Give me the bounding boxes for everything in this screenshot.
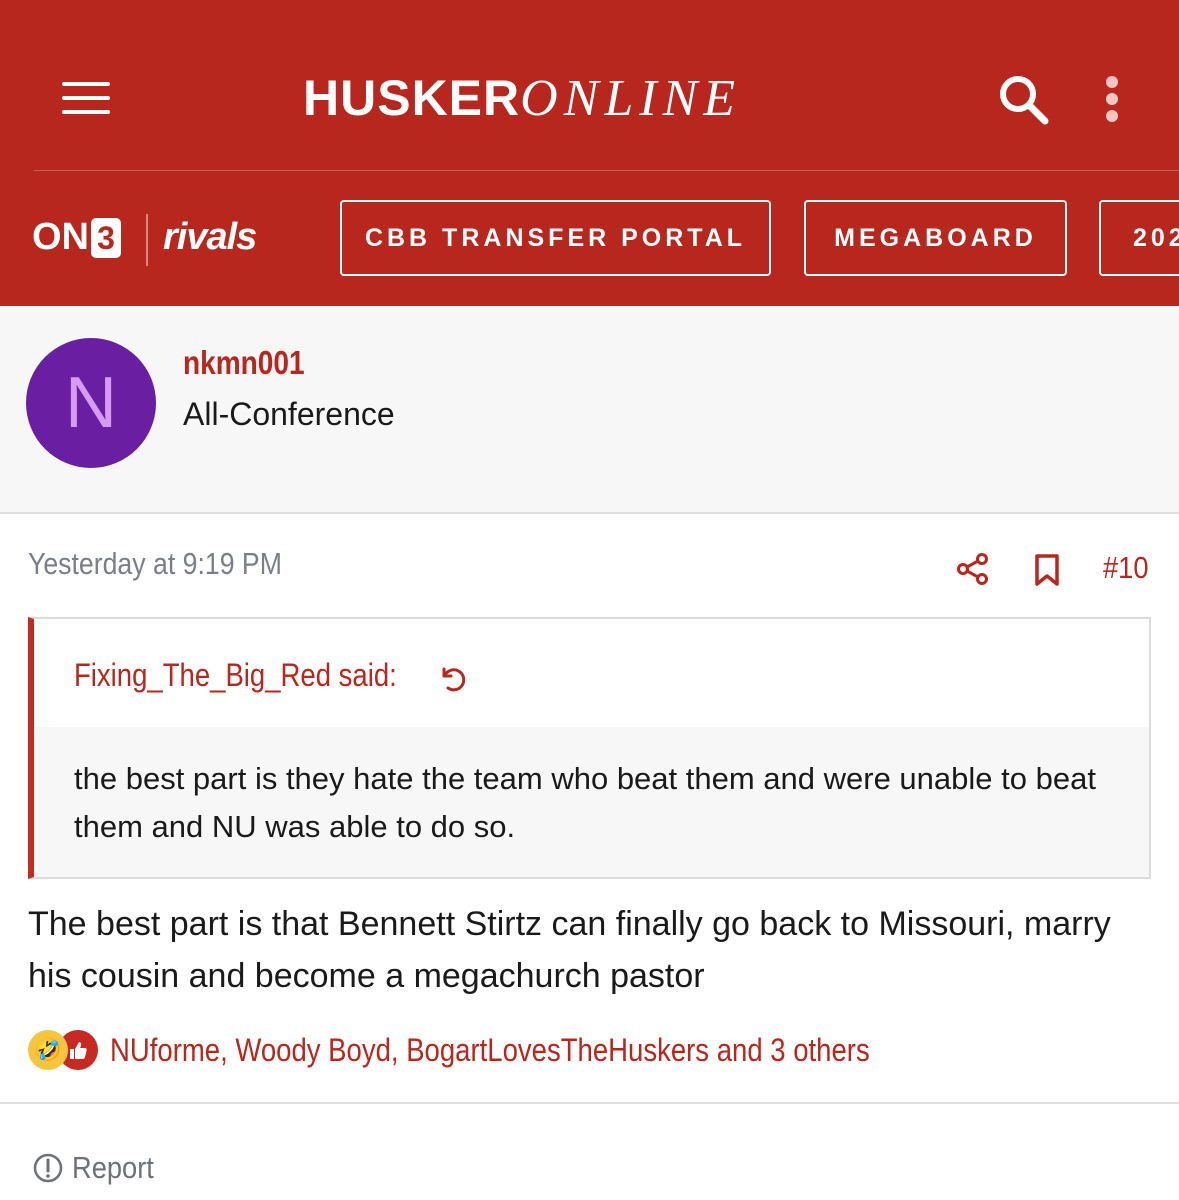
- author-username[interactable]: nkmn001: [183, 344, 305, 382]
- top-header: HUSKERONLINE ON 3 rivals CBB TRANSFER POR…: [0, 0, 1179, 306]
- logo-light-text: ONLINE: [520, 70, 742, 127]
- on3-box: 3: [91, 217, 121, 258]
- share-icon[interactable]: [956, 552, 990, 586]
- laugh-reaction-icon[interactable]: 🤣: [28, 1030, 68, 1070]
- search-icon[interactable]: [996, 72, 1052, 128]
- rivals-logo[interactable]: rivals: [163, 216, 257, 259]
- quote-block: Fixing_The_Big_Red said: the best part i…: [28, 617, 1151, 879]
- report-label: Report: [72, 1150, 154, 1185]
- menu-icon[interactable]: [62, 82, 110, 114]
- avatar[interactable]: N: [26, 338, 156, 468]
- brand-separator: [146, 214, 148, 266]
- more-options-icon[interactable]: [1100, 76, 1124, 122]
- quote-text: the best part is they hate the team who …: [74, 761, 1096, 844]
- post-timestamp[interactable]: Yesterday at 9:19 PM: [28, 546, 282, 582]
- alert-icon: [33, 1153, 63, 1183]
- report-button[interactable]: Report: [32, 1150, 165, 1186]
- header-divider: [34, 170, 1179, 171]
- site-logo[interactable]: HUSKERONLINE: [303, 68, 741, 128]
- on3-logo[interactable]: ON 3: [32, 216, 121, 259]
- thumbs-up-icon: [70, 1042, 87, 1059]
- nav-megaboard[interactable]: MEGABOARD: [804, 200, 1067, 276]
- quote-header: Fixing_The_Big_Red said:: [34, 619, 1149, 727]
- jump-to-quote-icon[interactable]: [438, 663, 468, 693]
- nav-2025-partial[interactable]: 202: [1099, 200, 1179, 276]
- bookmark-icon[interactable]: [1034, 554, 1060, 586]
- reactions-bar: 🤣 NUforme, Woody Boyd, BogartLovesTheHus…: [28, 1028, 993, 1072]
- footer-divider: [0, 1102, 1179, 1104]
- nav-cbb-transfer-portal[interactable]: CBB TRANSFER PORTAL: [340, 200, 771, 276]
- author-divider: [0, 512, 1179, 514]
- post-author-block: N nkmn001 All-Conference: [0, 306, 1179, 512]
- post-body-text: The best part is that Bennett Stirtz can…: [28, 905, 1111, 995]
- logo-bold-text: HUSKER: [303, 70, 521, 126]
- quote-author-link[interactable]: Fixing_The_Big_Red said:: [74, 657, 397, 694]
- author-title: All-Conference: [183, 396, 395, 432]
- reactions-users-link[interactable]: NUforme, Woody Boyd, BogartLovesTheHuske…: [110, 1032, 870, 1069]
- on3-text: ON: [32, 216, 89, 258]
- post-number-link[interactable]: #10: [1103, 550, 1149, 586]
- quote-body: the best part is they hate the team who …: [34, 727, 1149, 877]
